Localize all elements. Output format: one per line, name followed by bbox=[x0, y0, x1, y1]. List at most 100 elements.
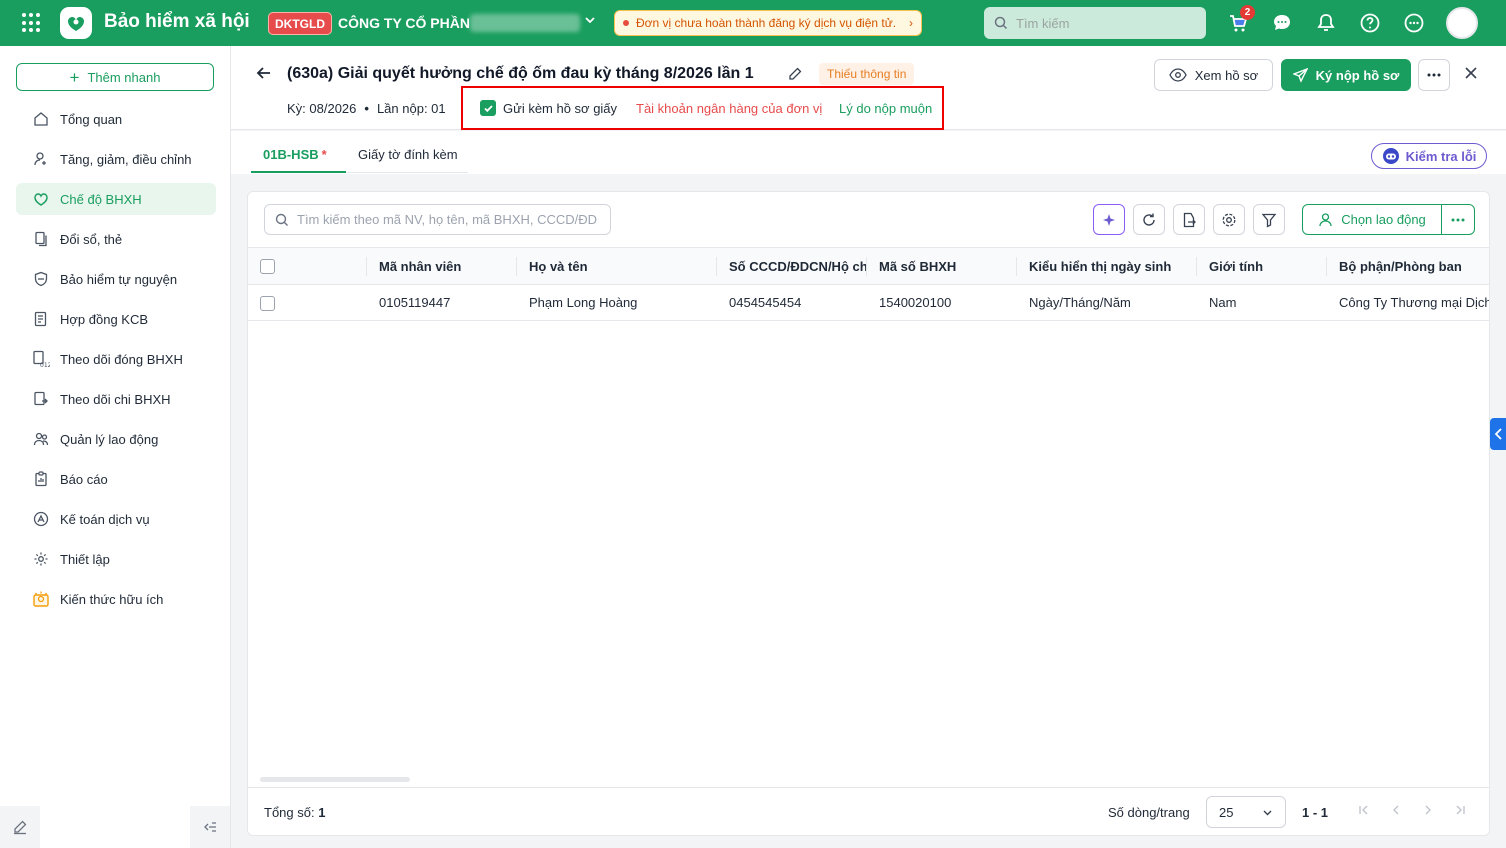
sidebar-item-bhxh-regime[interactable]: Chế độ BHXH bbox=[16, 183, 216, 215]
sidebar-item-expense-track[interactable]: Theo dõi chi BHXH bbox=[16, 383, 216, 415]
sidebar-item-label: Thiết lập bbox=[60, 551, 110, 567]
chevron-down-icon bbox=[1263, 810, 1272, 815]
bhxh-code-cell: 1540020100 bbox=[879, 295, 952, 310]
robot-icon bbox=[1382, 148, 1399, 164]
sidebar-item-accounting[interactable]: Kế toán dịch vụ bbox=[16, 503, 216, 535]
sidebar-item-reports[interactable]: Báo cáo bbox=[16, 463, 216, 495]
sidebar-item-label: Kiến thức hữu ích bbox=[60, 591, 164, 607]
sidebar-item-labor[interactable]: Quản lý lao động bbox=[16, 423, 216, 455]
avatar[interactable] bbox=[1446, 7, 1478, 39]
paper-file-checkbox[interactable] bbox=[480, 100, 496, 116]
quick-add-button[interactable]: + Thêm nhanh bbox=[16, 63, 214, 91]
table-search-input[interactable] bbox=[297, 212, 597, 227]
document-header: (630a) Giải quyết hưởng chế độ ốm đau kỳ… bbox=[231, 46, 1506, 130]
column-header[interactable]: Bộ phận/Phòng ban bbox=[1326, 247, 1489, 285]
column-label: Mã số BHXH bbox=[879, 258, 957, 274]
settings-button[interactable] bbox=[1213, 204, 1245, 235]
quick-add-label: Thêm nhanh bbox=[87, 69, 161, 85]
sparkle-icon bbox=[1103, 213, 1115, 226]
heart-shield-icon bbox=[32, 190, 50, 208]
knowledge-icon bbox=[32, 590, 50, 608]
column-header[interactable]: Họ và tên bbox=[516, 247, 716, 285]
ai-sparkle-button[interactable] bbox=[1093, 204, 1125, 235]
global-search[interactable] bbox=[984, 7, 1206, 39]
global-search-input[interactable] bbox=[1016, 15, 1186, 31]
department-cell: Công Ty Thương mại Dịch bbox=[1339, 295, 1490, 310]
row-checkbox[interactable] bbox=[260, 295, 275, 311]
bank-account-link[interactable]: Tài khoản ngân hàng của đơn vị bbox=[636, 101, 822, 116]
choose-employee-main[interactable]: Chọn lao động bbox=[1303, 205, 1442, 234]
sidebar-item-label: Chế độ BHXH bbox=[60, 191, 142, 207]
column-header[interactable]: Mã số BHXH bbox=[866, 247, 1016, 285]
first-page-icon[interactable] bbox=[1358, 804, 1370, 819]
tab-01b-hsb[interactable]: 01B-HSB * bbox=[263, 147, 327, 162]
registration-alert[interactable]: Đơn vị chưa hoàn thành đăng ký dịch vụ đ… bbox=[614, 10, 922, 36]
choose-employee-button[interactable]: Chọn lao động bbox=[1302, 204, 1475, 235]
edit-icon[interactable] bbox=[787, 66, 803, 85]
id-number-cell: 0454545454 bbox=[729, 295, 802, 310]
people-icon bbox=[32, 430, 50, 448]
required-marker: * bbox=[321, 147, 327, 162]
prev-page-icon[interactable] bbox=[1390, 804, 1402, 819]
last-page-icon[interactable] bbox=[1454, 804, 1466, 819]
bell-icon[interactable] bbox=[1314, 11, 1338, 35]
chevron-down-icon[interactable] bbox=[584, 14, 596, 29]
choose-employee-more-icon[interactable] bbox=[1442, 218, 1474, 222]
refresh-button[interactable] bbox=[1133, 204, 1165, 235]
column-header[interactable]: Số CCCD/ĐDCN/Hộ chiếu bbox=[716, 247, 866, 285]
sidebar-item-label: Tổng quan bbox=[60, 111, 123, 127]
sidebar-item-adjustments[interactable]: Tăng, giảm, điều chỉnh bbox=[16, 143, 216, 175]
select-all-checkbox[interactable] bbox=[260, 259, 275, 275]
company-code-badge: DKTGLD bbox=[268, 12, 332, 35]
gear-icon bbox=[32, 550, 50, 568]
app-logo[interactable] bbox=[60, 7, 92, 39]
more-circle-icon[interactable] bbox=[1402, 11, 1426, 35]
check-errors-button[interactable]: Kiểm tra lỗi bbox=[1371, 143, 1487, 169]
filter-button[interactable] bbox=[1253, 204, 1285, 235]
shield-icon bbox=[32, 270, 50, 288]
next-page-icon[interactable] bbox=[1422, 804, 1434, 819]
cards-icon bbox=[32, 230, 50, 248]
sidebar: + Thêm nhanh Tổng quan Tăng, giảm, điều … bbox=[0, 46, 231, 848]
view-file-label: Xem hồ sơ bbox=[1194, 67, 1259, 83]
paper-file-label[interactable]: Gửi kèm hồ sơ giấy bbox=[503, 101, 617, 116]
total-value: 1 bbox=[318, 805, 326, 820]
sidebar-item-kcb-contract[interactable]: Hợp đồng KCB bbox=[16, 303, 216, 335]
view-file-button[interactable]: Xem hồ sơ bbox=[1154, 59, 1273, 91]
late-reason-link[interactable]: Lý do nộp muộn bbox=[839, 101, 932, 116]
side-panel-toggle[interactable] bbox=[1490, 418, 1506, 450]
sidebar-item-cards[interactable]: Đổi sổ, thẻ bbox=[16, 223, 216, 255]
more-options-button[interactable] bbox=[1418, 59, 1450, 91]
company-name[interactable]: CÔNG TY CỔ PHẦN bbox=[338, 15, 470, 31]
sidebar-item-overview[interactable]: Tổng quan bbox=[16, 103, 216, 135]
sidebar-item-label: Quản lý lao động bbox=[60, 431, 159, 447]
chat-icon[interactable] bbox=[1270, 11, 1294, 35]
sidebar-item-settings[interactable]: Thiết lập bbox=[16, 543, 216, 575]
sidebar-item-voluntary[interactable]: Bảo hiểm tự nguyện bbox=[16, 263, 216, 295]
column-header[interactable]: Kiểu hiển thị ngày sinh bbox=[1016, 247, 1196, 285]
rows-per-page-select[interactable]: 25 bbox=[1206, 796, 1286, 828]
tab-attachments[interactable]: Giấy tờ đính kèm bbox=[358, 147, 458, 162]
more-horizontal-icon bbox=[1427, 73, 1441, 77]
eye-icon bbox=[1169, 68, 1187, 82]
sidebar-item-label: Kế toán dịch vụ bbox=[60, 511, 150, 527]
cart-badge: 2 bbox=[1240, 5, 1255, 20]
collapse-sidebar-icon[interactable] bbox=[190, 806, 230, 848]
horizontal-scrollbar[interactable] bbox=[260, 777, 410, 782]
column-header[interactable]: Mã nhân viên bbox=[366, 247, 516, 285]
back-arrow-icon[interactable] bbox=[255, 64, 273, 87]
sidebar-item-knowledge[interactable]: Kiến thức hữu ích bbox=[16, 583, 216, 615]
export-button[interactable] bbox=[1173, 204, 1205, 235]
edit-note-icon[interactable] bbox=[0, 806, 40, 848]
apps-grid-icon[interactable] bbox=[22, 13, 42, 33]
column-label: Số CCCD/ĐDCN/Hộ chiếu bbox=[729, 258, 866, 274]
table-search[interactable] bbox=[264, 204, 611, 235]
sign-submit-button[interactable]: Ký nộp hồ sơ bbox=[1281, 59, 1411, 91]
table-row[interactable]: 0105119447 Phạm Long Hoàng 0454545454 15… bbox=[248, 285, 1490, 321]
main-content: (630a) Giải quyết hưởng chế độ ốm đau kỳ… bbox=[231, 46, 1506, 848]
help-icon[interactable] bbox=[1358, 11, 1382, 35]
table-footer: Tổng số: 1 Số dòng/trang 25 1 - 1 bbox=[248, 787, 1489, 835]
column-header[interactable]: Giới tính bbox=[1196, 247, 1326, 285]
sidebar-item-payment-track[interactable]: 012 Theo dõi đóng BHXH bbox=[16, 343, 216, 375]
close-icon[interactable] bbox=[1464, 64, 1478, 85]
